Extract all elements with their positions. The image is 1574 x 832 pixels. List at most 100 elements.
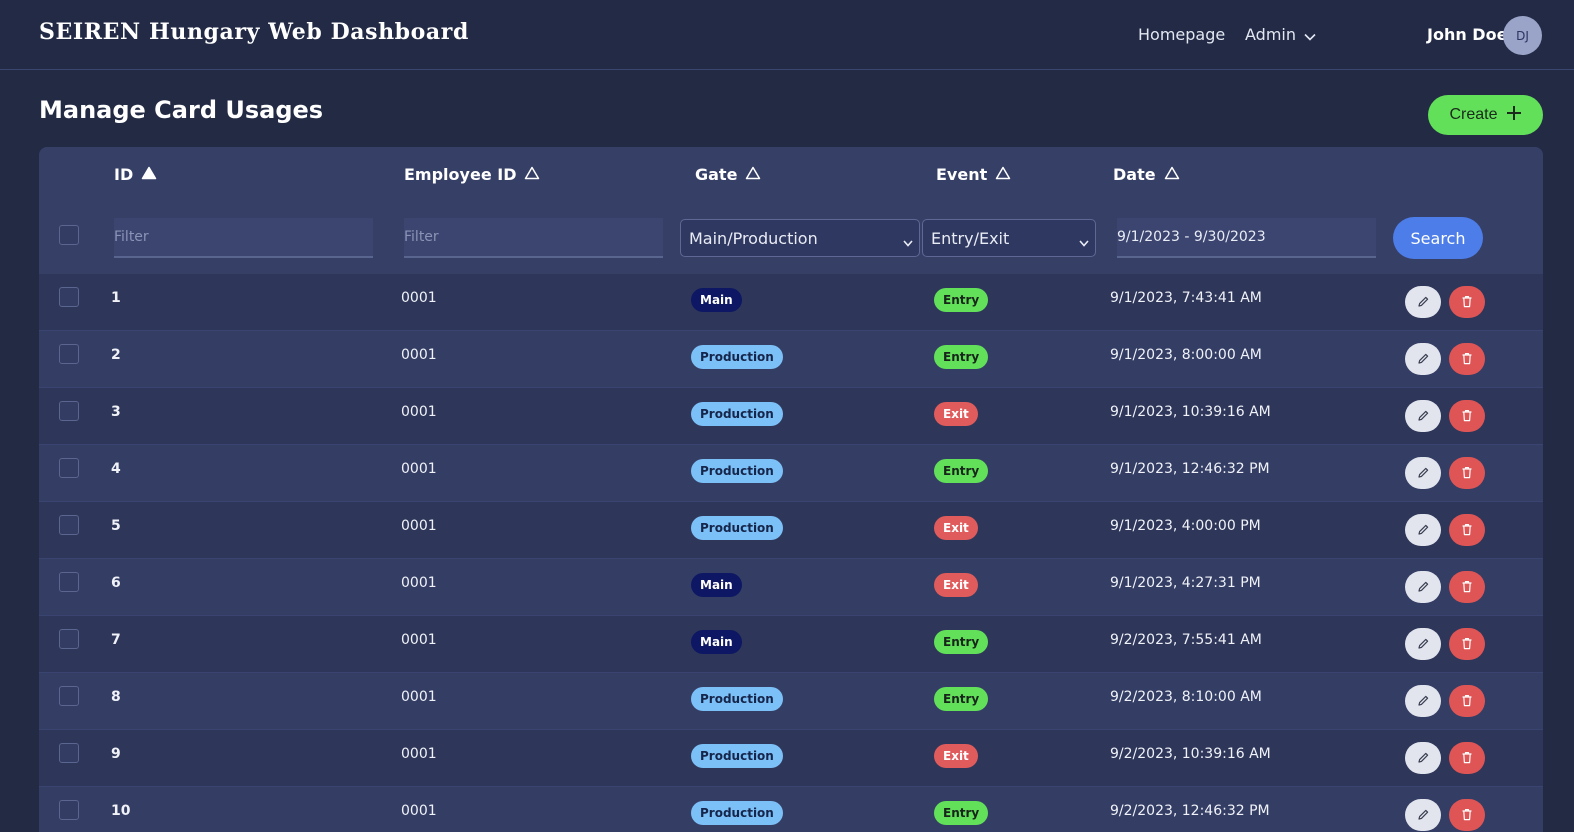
row-checkbox[interactable] [59,344,79,364]
table-row[interactable]: 10 0001 Production Entry 9/2/2023, 12:46:32 … [39,787,1543,832]
delete-button[interactable] [1449,571,1485,603]
app-title[interactable]: SEIREN Hungary Web Dashboard [39,19,469,45]
table-row[interactable]: 9 0001 Production Exit 9/2/2023, 10:39:16 AM [39,730,1543,787]
gate-badge: Production [691,744,783,768]
table-row[interactable]: 2 0001 Production Entry 9/1/2023, 8:00:00 AM [39,331,1543,388]
row-checkbox[interactable] [59,458,79,478]
date-range-picker[interactable]: 9/1/2023 - 9/30/2023 [1117,218,1376,258]
row-id: 8 [111,689,121,705]
row-checkbox[interactable] [59,515,79,535]
gate-badge: Production [691,516,783,540]
gate-badge: Main [691,288,742,312]
table-row[interactable]: 3 0001 Production Exit 9/1/2023, 10:39:16 AM [39,388,1543,445]
nav-admin-label: Admin [1245,25,1296,44]
event-badge: Entry [934,687,989,711]
row-id: 1 [111,290,121,306]
table-row[interactable]: 6 0001 Main Exit 9/1/2023, 4:27:31 PM [39,559,1543,616]
trash-icon [1461,407,1473,426]
row-checkbox[interactable] [59,629,79,649]
user-name[interactable]: John Doe [1427,25,1507,44]
avatar[interactable]: DJ [1503,16,1542,55]
table-row[interactable]: 7 0001 Main Entry 9/2/2023, 7:55:41 AM [39,616,1543,673]
edit-button[interactable] [1405,799,1441,831]
pencil-icon [1417,293,1430,312]
delete-button[interactable] [1449,514,1485,546]
column-header-employee-id[interactable]: Employee ID [404,165,540,184]
column-header-id[interactable]: ID [114,165,157,184]
sort-icon [745,165,761,184]
chevron-down-icon [1304,26,1316,45]
row-date: 9/1/2023, 4:00:00 PM [1110,518,1261,534]
column-header-gate[interactable]: Gate [695,165,761,184]
row-id: 2 [111,347,121,363]
trash-icon [1461,749,1473,768]
edit-button[interactable] [1405,571,1441,603]
delete-button[interactable] [1449,799,1485,831]
id-filter-input[interactable] [114,218,373,258]
delete-button[interactable] [1449,400,1485,432]
delete-button[interactable] [1449,628,1485,660]
row-checkbox[interactable] [59,287,79,307]
gate-filter-select[interactable]: Main/Production [680,219,920,257]
pencil-icon [1417,350,1430,369]
column-header-gate-label: Gate [695,165,738,184]
pencil-icon [1417,749,1430,768]
edit-button[interactable] [1405,685,1441,717]
row-date: 9/1/2023, 4:27:31 PM [1110,575,1261,591]
edit-button[interactable] [1405,514,1441,546]
row-checkbox[interactable] [59,800,79,820]
row-date: 9/1/2023, 12:46:32 PM [1110,461,1270,477]
trash-icon [1461,692,1473,711]
delete-button[interactable] [1449,343,1485,375]
row-employee-id: 0001 [401,632,437,648]
row-employee-id: 0001 [401,689,437,705]
row-employee-id: 0001 [401,803,437,819]
gate-badge: Production [691,459,783,483]
delete-button[interactable] [1449,685,1485,717]
delete-button[interactable] [1449,286,1485,318]
row-id: 9 [111,746,121,762]
edit-button[interactable] [1405,742,1441,774]
row-employee-id: 0001 [401,575,437,591]
event-badge: Exit [934,516,978,540]
event-filter-value: Entry/Exit [931,228,1010,248]
delete-button[interactable] [1449,742,1485,774]
edit-button[interactable] [1405,400,1441,432]
row-checkbox[interactable] [59,743,79,763]
event-badge: Exit [934,573,978,597]
delete-button[interactable] [1449,457,1485,489]
column-header-date[interactable]: Date [1113,165,1180,184]
sort-icon [1164,165,1180,184]
pencil-icon [1417,806,1430,825]
table-row[interactable]: 1 0001 Main Entry 9/1/2023, 7:43:41 AM [39,274,1543,331]
nav-homepage-link[interactable]: Homepage [1138,25,1225,44]
event-filter-select[interactable]: Entry/Exit [922,219,1096,257]
table-row[interactable]: 5 0001 Production Exit 9/1/2023, 4:00:00 PM [39,502,1543,559]
chevron-down-icon [903,232,913,251]
nav-admin-dropdown[interactable]: Admin [1245,25,1316,45]
row-employee-id: 0001 [401,461,437,477]
row-date: 9/2/2023, 7:55:41 AM [1110,632,1262,648]
table-row[interactable]: 4 0001 Production Entry 9/1/2023, 12:46:32 P… [39,445,1543,502]
edit-button[interactable] [1405,286,1441,318]
trash-icon [1461,578,1473,597]
select-all-checkbox[interactable] [59,225,79,245]
employee-id-filter-input[interactable] [404,218,663,258]
event-badge: Entry [934,345,989,369]
edit-button[interactable] [1405,628,1441,660]
row-checkbox[interactable] [59,686,79,706]
table-row[interactable]: 8 0001 Production Entry 9/2/2023, 8:10:00 AM [39,673,1543,730]
trash-icon [1461,350,1473,369]
edit-button[interactable] [1405,343,1441,375]
chevron-down-icon [1079,232,1089,251]
plus-icon [1506,105,1522,126]
row-checkbox[interactable] [59,401,79,421]
create-button[interactable]: Create [1428,95,1543,135]
pencil-icon [1417,521,1430,540]
column-header-event[interactable]: Event [936,165,1011,184]
edit-button[interactable] [1405,457,1441,489]
event-badge: Entry [934,801,989,825]
row-checkbox[interactable] [59,572,79,592]
row-date: 9/1/2023, 7:43:41 AM [1110,290,1262,306]
search-button[interactable]: Search [1393,217,1483,259]
